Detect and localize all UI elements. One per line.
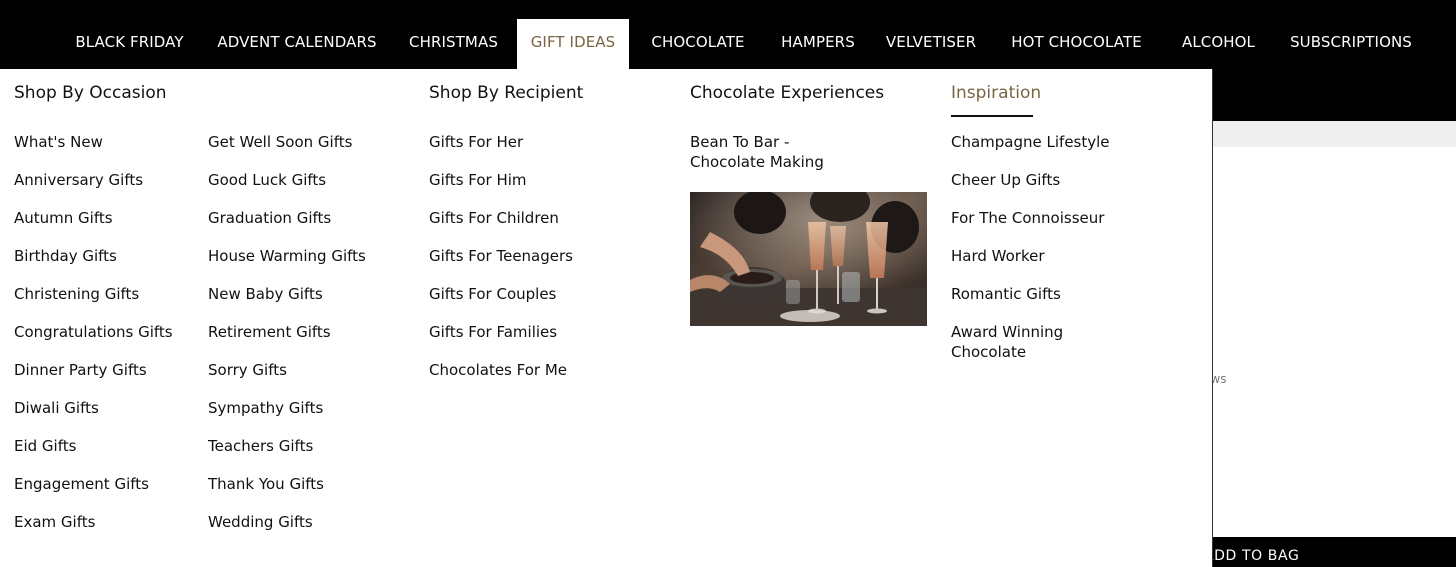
bean-to-bar-line-1: Bean To Bar - (690, 133, 790, 151)
menu-link-gifts-for-families[interactable]: Gifts For Families (429, 322, 573, 360)
chocolate-experience-photo[interactable] (690, 192, 927, 326)
nav-advent-calendars[interactable]: ADVENT CALENDARS (205, 19, 389, 69)
menu-link-retirement-gifts[interactable]: Retirement Gifts (208, 322, 366, 360)
nav-hot-chocolate[interactable]: HOT CHOCOLATE (1000, 19, 1153, 69)
menu-link-engagement-gifts[interactable]: Engagement Gifts (14, 474, 173, 512)
menu-link-sympathy-gifts[interactable]: Sympathy Gifts (208, 398, 366, 436)
menu-link-congratulations-gifts[interactable]: Congratulations Gifts (14, 322, 173, 360)
menu-link-gifts-for-couples[interactable]: Gifts For Couples (429, 284, 573, 322)
menu-link-anniversary-gifts[interactable]: Anniversary Gifts (14, 170, 173, 208)
add-to-bag-button[interactable]: ADD TO BAG (1213, 537, 1456, 567)
recipient-list: Gifts For Her Gifts For Him Gifts For Ch… (429, 132, 573, 398)
menu-link-teachers-gifts[interactable]: Teachers Gifts (208, 436, 366, 474)
menu-link-sorry-gifts[interactable]: Sorry Gifts (208, 360, 366, 398)
menu-link-diwali-gifts[interactable]: Diwali Gifts (14, 398, 173, 436)
heading-chocolate-experiences: Chocolate Experiences (690, 83, 885, 103)
menu-link-bean-to-bar[interactable]: Bean To Bar - Chocolate Making (690, 132, 824, 172)
nav-hampers[interactable]: HAMPERS (773, 19, 863, 69)
menu-link-exam-gifts[interactable]: Exam Gifts (14, 512, 173, 550)
menu-link-christening-gifts[interactable]: Christening Gifts (14, 284, 173, 322)
nav-black-friday[interactable]: BLACK FRIDAY (66, 19, 193, 69)
menu-link-chocolates-for-me[interactable]: Chocolates For Me (429, 360, 573, 398)
menu-link-gifts-for-children[interactable]: Gifts For Children (429, 208, 573, 246)
heading-inspiration[interactable]: Inspiration (951, 83, 1041, 103)
menu-link-hard-worker[interactable]: Hard Worker (951, 246, 1110, 284)
background-page-strip (1213, 121, 1456, 147)
nav-alcohol[interactable]: ALCOHOL (1170, 19, 1267, 69)
nav-gift-ideas[interactable]: GIFT IDEAS (517, 19, 629, 69)
background-page-header (1213, 69, 1456, 121)
occasion-list-2: Get Well Soon Gifts Good Luck Gifts Grad… (208, 132, 366, 550)
menu-link-whats-new[interactable]: What's New (14, 132, 173, 170)
bean-to-bar-line-2: Chocolate Making (690, 153, 824, 171)
menu-link-champagne-lifestyle[interactable]: Champagne Lifestyle (951, 132, 1110, 170)
menu-link-cheer-up-gifts[interactable]: Cheer Up Gifts (951, 170, 1110, 208)
menu-link-gifts-for-teenagers[interactable]: Gifts For Teenagers (429, 246, 573, 284)
menu-link-good-luck-gifts[interactable]: Good Luck Gifts (208, 170, 366, 208)
menu-link-award-winning-chocolate[interactable]: Award Winning Chocolate (951, 322, 1063, 362)
menu-link-eid-gifts[interactable]: Eid Gifts (14, 436, 173, 474)
menu-link-romantic-gifts[interactable]: Romantic Gifts (951, 284, 1110, 322)
nav-velvetiser[interactable]: VELVETISER (880, 19, 982, 69)
inspiration-underline (951, 115, 1033, 117)
nav-chocolate[interactable]: CHOCOLATE (640, 19, 756, 69)
heading-shop-by-recipient: Shop By Recipient (429, 83, 584, 103)
menu-link-house-warming-gifts[interactable]: House Warming Gifts (208, 246, 366, 284)
background-reviews-text: ews (1213, 372, 1227, 386)
menu-link-for-the-connoisseur[interactable]: For The Connoisseur (951, 208, 1110, 246)
occasion-list-1: What's New Anniversary Gifts Autumn Gift… (14, 132, 173, 550)
menu-link-wedding-gifts[interactable]: Wedding Gifts (208, 512, 366, 550)
menu-link-gifts-for-him[interactable]: Gifts For Him (429, 170, 573, 208)
menu-link-thank-you-gifts[interactable]: Thank You Gifts (208, 474, 366, 512)
top-navigation: BLACK FRIDAY ADVENT CALENDARS CHRISTMAS … (0, 0, 1456, 69)
nav-christmas[interactable]: CHRISTMAS (400, 19, 507, 69)
menu-link-autumn-gifts[interactable]: Autumn Gifts (14, 208, 173, 246)
nav-subscriptions[interactable]: SUBSCRIPTIONS (1283, 19, 1419, 69)
menu-link-get-well-soon-gifts[interactable]: Get Well Soon Gifts (208, 132, 366, 170)
menu-link-gifts-for-her[interactable]: Gifts For Her (429, 132, 573, 170)
inspiration-list: Champagne Lifestyle Cheer Up Gifts For T… (951, 132, 1110, 322)
menu-link-graduation-gifts[interactable]: Graduation Gifts (208, 208, 366, 246)
heading-shop-by-occasion: Shop By Occasion (14, 83, 167, 103)
menu-link-dinner-party-gifts[interactable]: Dinner Party Gifts (14, 360, 173, 398)
award-winning-line-2: Chocolate (951, 343, 1027, 361)
menu-link-new-baby-gifts[interactable]: New Baby Gifts (208, 284, 366, 322)
menu-link-birthday-gifts[interactable]: Birthday Gifts (14, 246, 173, 284)
award-winning-line-1: Award Winning (951, 323, 1064, 341)
